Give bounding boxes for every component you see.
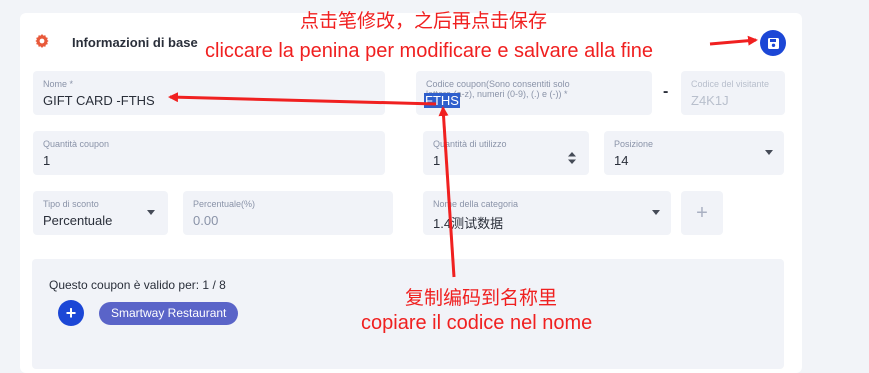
annotation-top-it: cliccare la penina per modificare e salv…: [205, 40, 654, 62]
annotation-top-zh: 点击笔修改，之后再点击保存: [300, 11, 548, 32]
annotation-bottom-it: copiare il codice nel nome: [361, 312, 593, 334]
annotation-bottom-zh: 复制编码到名称里: [405, 288, 558, 309]
arrow-to-name: [168, 92, 437, 106]
arrow-to-code: [438, 106, 456, 278]
arrow-to-save: [709, 35, 758, 46]
